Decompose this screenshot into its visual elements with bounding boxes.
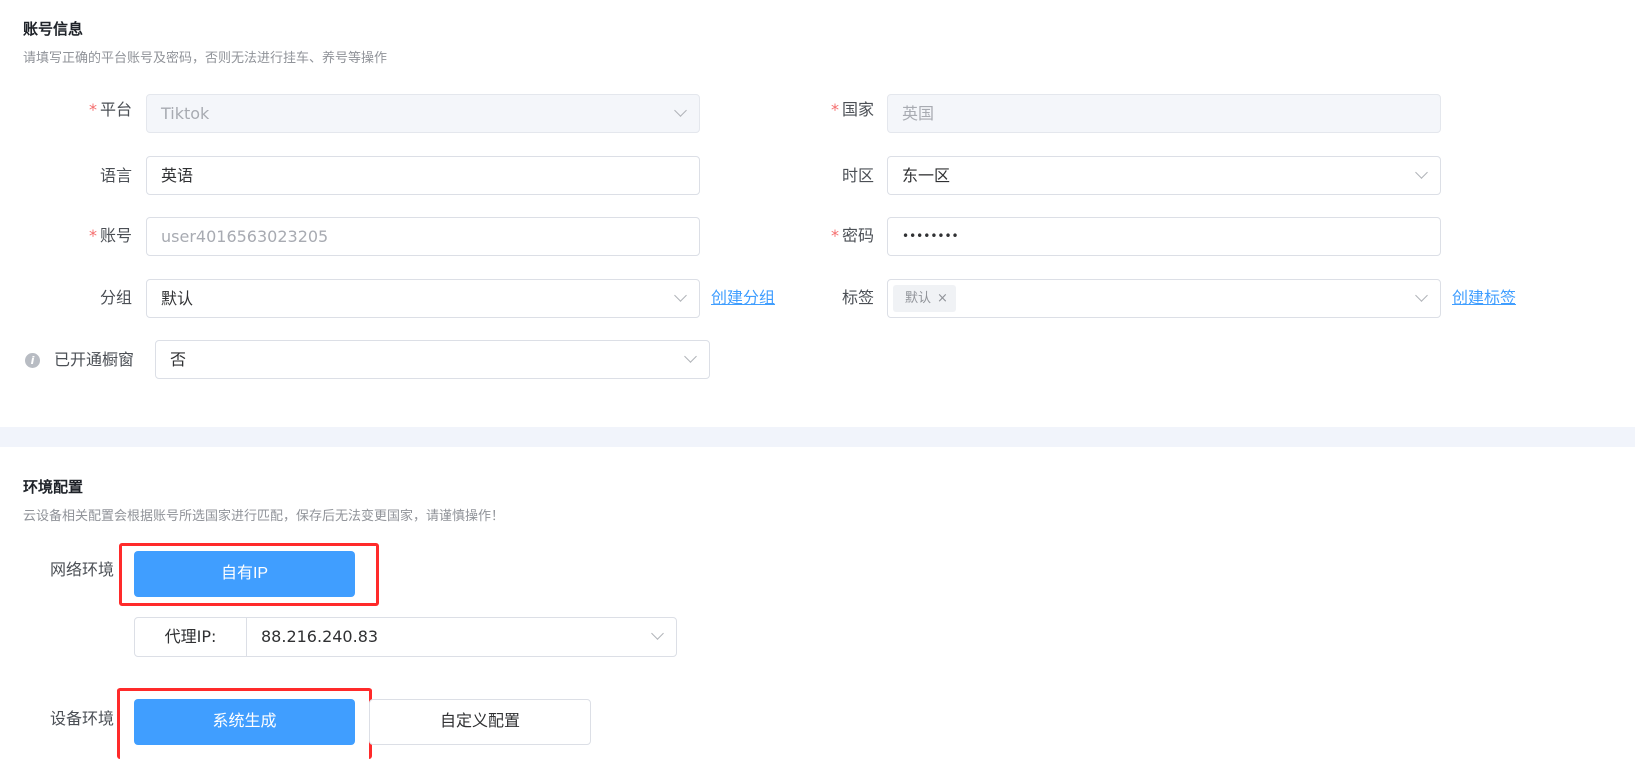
tag-label: 默认: [905, 291, 932, 306]
account-info-section: 账号信息 请填写正确的平台账号及密码，否则无法进行挂车、养号等操作 * 平台 Ti…: [0, 0, 1635, 427]
tag-chip: 默认 ×: [893, 285, 956, 312]
create-group-link[interactable]: 创建分组: [711, 279, 775, 317]
group-value: 默认: [161, 289, 194, 308]
network-label: 网络环境: [50, 560, 115, 579]
custom-config-button[interactable]: 自定义配置: [369, 699, 591, 745]
showcase-select[interactable]: 否: [155, 340, 710, 379]
close-icon[interactable]: ×: [937, 291, 948, 306]
chevron-down-icon: [1415, 289, 1428, 302]
required-mark: *: [88, 226, 97, 245]
required-mark: *: [88, 100, 97, 119]
chevron-down-icon: [684, 350, 697, 363]
timezone-select[interactable]: 东一区: [887, 156, 1441, 195]
timezone-label: 时区: [841, 166, 874, 185]
language-value: 英语: [161, 166, 194, 185]
platform-value: Tiktok: [161, 104, 210, 123]
device-label: 设备环境: [50, 709, 115, 728]
group-label: 分组: [99, 288, 132, 307]
country-field[interactable]: 英国: [887, 94, 1441, 133]
language-input[interactable]: 英语: [146, 156, 700, 195]
proxy-ip-value: 88.216.240.83: [261, 627, 379, 646]
required-mark: *: [830, 100, 839, 119]
account-placeholder: user4016563023205: [161, 227, 329, 246]
system-generated-button[interactable]: 系统生成: [134, 699, 355, 745]
account-input[interactable]: user4016563023205: [146, 217, 700, 256]
password-label: * 密码: [830, 226, 874, 245]
section-divider: [0, 427, 1635, 447]
chevron-down-icon: [1415, 166, 1428, 179]
password-value: ••••••••: [902, 229, 959, 243]
info-icon: i: [25, 353, 40, 368]
own-ip-button[interactable]: 自有IP: [134, 551, 355, 597]
proxy-ip-label: 代理IP:: [135, 618, 247, 656]
chevron-down-icon: [651, 627, 664, 640]
chevron-down-icon: [674, 289, 687, 302]
group-select[interactable]: 默认: [146, 279, 700, 318]
platform-label: * 平台: [88, 100, 132, 119]
platform-select[interactable]: Tiktok: [146, 94, 700, 133]
section-title-account: 账号信息: [23, 20, 84, 38]
showcase-label: 已开通橱窗: [54, 350, 135, 369]
tags-label: 标签: [841, 288, 874, 307]
section-title-env: 环境配置: [23, 478, 84, 496]
account-label: * 账号: [88, 226, 132, 245]
environment-config-section: 环境配置 云设备相关配置会根据账号所选国家进行匹配，保存后无法变更国家，请谨慎操…: [0, 447, 1635, 759]
password-input[interactable]: ••••••••: [887, 217, 1441, 256]
chevron-down-icon: [674, 104, 687, 117]
country-value: 英国: [902, 104, 935, 123]
create-tag-link[interactable]: 创建标签: [1452, 279, 1516, 317]
showcase-value: 否: [170, 350, 187, 369]
country-label: * 国家: [830, 100, 874, 119]
required-mark: *: [830, 226, 839, 245]
timezone-value: 东一区: [902, 166, 951, 185]
language-label: 语言: [99, 166, 132, 185]
tags-select[interactable]: 默认 ×: [887, 279, 1441, 318]
section-desc-env: 云设备相关配置会根据账号所选国家进行匹配，保存后无法变更国家，请谨慎操作！: [23, 509, 505, 524]
section-desc-account: 请填写正确的平台账号及密码，否则无法进行挂车、养号等操作: [23, 51, 388, 66]
proxy-ip-select[interactable]: 代理IP: 88.216.240.83: [134, 617, 677, 657]
